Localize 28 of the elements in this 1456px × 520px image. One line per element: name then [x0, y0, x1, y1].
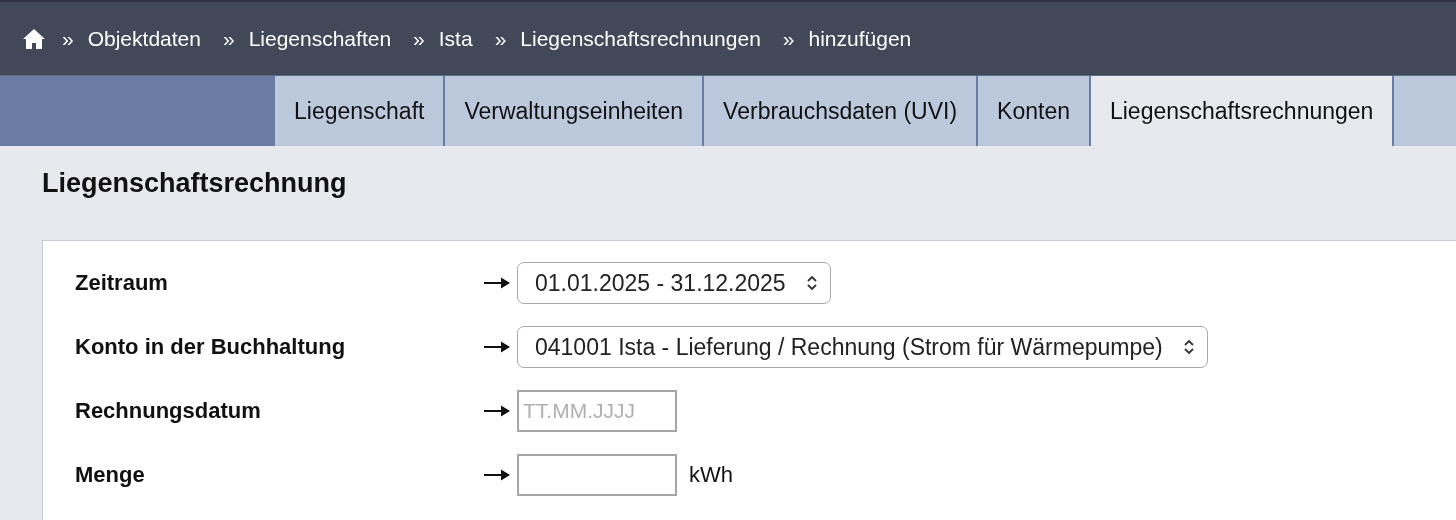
field-label: Konto in der Buchhaltung	[75, 334, 347, 360]
arrow-icon	[483, 404, 511, 418]
input-field[interactable]: TT.MM.JJJJ	[517, 390, 677, 432]
tab[interactable]: Liegenschaftsrechnungen	[1090, 76, 1395, 146]
breadcrumb-separator: »	[413, 26, 425, 51]
breadcrumb-link[interactable]: Ista	[438, 26, 473, 51]
arrow-icon	[483, 276, 511, 290]
breadcrumb-separator: »	[222, 26, 235, 51]
breadcrumb-link[interactable]: hinzufügen	[808, 26, 912, 51]
field-label: Rechnungsdatum	[75, 398, 262, 424]
breadcrumb-link[interactable]: Objektdaten	[87, 26, 201, 51]
breadcrumb-separator: »	[782, 26, 795, 51]
home-icon[interactable]	[22, 27, 46, 50]
breadcrumb-link[interactable]: Liegenschaftsrechnungen	[520, 26, 761, 51]
chevron-icon	[1182, 338, 1195, 356]
field-label: Menge	[75, 462, 146, 488]
chevron-icon	[805, 274, 818, 292]
page-heading: Liegenschaftsrechnung	[41, 167, 348, 200]
breadcrumb-separator: »	[494, 26, 507, 51]
unit-label: kWh	[689, 462, 733, 488]
arrow-icon	[483, 468, 511, 482]
breadcrumb-link[interactable]: Liegenschaften	[248, 26, 392, 51]
arrow-icon	[483, 340, 511, 354]
breadcrumb-separator: »	[62, 26, 74, 51]
select-field[interactable]: 041001 Ista - Lieferung / Rechnung (Strom für Wärmepumpe)	[517, 326, 1208, 368]
field-label: Zeitraum	[75, 270, 169, 296]
select-field[interactable]: 01.01.2025 - 31.12.2025	[517, 262, 831, 304]
input-field[interactable]	[517, 454, 677, 496]
